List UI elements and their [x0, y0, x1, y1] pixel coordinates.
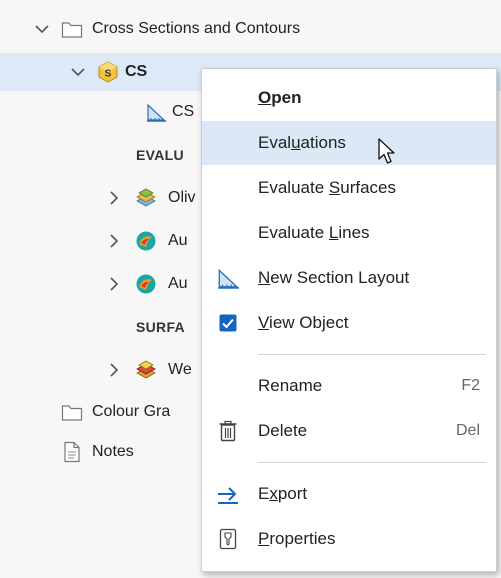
label-part: pen — [271, 88, 302, 107]
tree-item-label: Au — [168, 275, 188, 292]
checkbox-checked-icon[interactable] — [216, 311, 240, 335]
mnemonic: N — [258, 268, 271, 287]
tree-item-label: Cross Sections and Contours — [92, 20, 301, 37]
tree-item-label: We — [168, 361, 192, 378]
tree-item-label: Au — [168, 232, 188, 249]
chevron-down-icon[interactable] — [34, 21, 50, 37]
chevron-right-icon[interactable] — [106, 362, 122, 378]
menu-item-evaluations[interactable]: Evaluations — [202, 121, 496, 165]
tree-item-cross-sections[interactable]: Cross Sections and Contours — [0, 11, 501, 47]
svg-text:S: S — [105, 69, 112, 80]
tree-item-label: Oliv — [168, 189, 196, 206]
menu-item-view-object[interactable]: View Object — [202, 301, 496, 345]
label-part: Eval — [258, 133, 292, 152]
menu-item-label: View Object — [258, 313, 348, 333]
tree-item-label: Colour Gra — [92, 403, 171, 420]
label-part: urfaces — [340, 178, 396, 197]
menu-item-rename[interactable]: Rename F2 — [202, 364, 496, 408]
trash-icon — [216, 419, 240, 443]
surface-ball-icon — [135, 230, 157, 252]
context-menu: Open Evaluations Evaluate Surfaces Evalu… — [201, 68, 497, 572]
menu-item-label: Open — [258, 88, 301, 108]
section-object-icon: S — [97, 61, 119, 83]
folder-icon — [61, 18, 83, 40]
tree-group-label: SURFA — [136, 319, 185, 335]
mnemonic: P — [258, 529, 270, 548]
menu-item-new-section-layout[interactable]: New Section Layout — [202, 256, 496, 300]
surface-ball-icon — [135, 273, 157, 295]
mnemonic: S — [328, 178, 341, 197]
layers-icon — [135, 187, 157, 209]
label-part: Evaluate — [258, 223, 329, 242]
menu-item-delete[interactable]: Delete Del — [202, 409, 496, 453]
label-part: ew Section Layout — [270, 268, 410, 287]
chevron-right-icon[interactable] — [106, 233, 122, 249]
menu-item-export[interactable]: Export — [202, 472, 496, 516]
menu-item-label: New Section Layout — [258, 268, 409, 288]
chevron-right-icon[interactable] — [106, 190, 122, 206]
label-part: port — [277, 484, 308, 503]
chevron-right-icon[interactable] — [106, 276, 122, 292]
menu-separator — [258, 354, 486, 355]
mouse-cursor-icon — [377, 137, 401, 167]
menu-item-evaluate-lines[interactable]: Evaluate Lines — [202, 211, 496, 255]
menu-separator — [258, 462, 486, 463]
menu-item-label: Evaluations — [258, 133, 346, 153]
section-ruler-icon — [145, 101, 167, 123]
label-part: iew Object — [269, 313, 349, 332]
label-part: E — [258, 484, 270, 503]
label-part: ines — [338, 223, 370, 242]
export-arrow-icon — [216, 482, 240, 506]
section-ruler-icon — [216, 266, 240, 290]
properties-icon — [216, 527, 240, 551]
menu-item-label: Properties — [258, 529, 335, 549]
mnemonic: O — [258, 88, 272, 107]
menu-item-label: Delete — [258, 421, 308, 440]
menu-item-evaluate-surfaces[interactable]: Evaluate Surfaces — [202, 166, 496, 210]
mnemonic: u — [291, 133, 301, 152]
chevron-down-icon[interactable] — [70, 64, 86, 80]
mnemonic: V — [258, 313, 270, 332]
mnemonic: L — [328, 223, 339, 242]
label-part: Evaluate — [258, 178, 329, 197]
layers-icon — [135, 359, 157, 381]
menu-item-label: Evaluate Lines — [258, 223, 370, 243]
tree-group-label: EVALU — [136, 147, 184, 163]
menu-item-label: Export — [258, 484, 307, 504]
note-icon — [61, 441, 83, 463]
menu-item-open[interactable]: Open — [202, 76, 496, 120]
menu-item-label: Evaluate Surfaces — [258, 178, 396, 198]
shortcut-label: Del — [455, 422, 480, 439]
label-part: roperties — [269, 529, 336, 548]
menu-item-label: Rename — [258, 376, 323, 395]
tree-item-label: Notes — [92, 443, 134, 460]
shortcut-label: F2 — [461, 377, 480, 394]
tree-item-label: CS — [125, 63, 148, 80]
folder-icon — [61, 401, 83, 423]
mnemonic: x — [269, 484, 278, 503]
menu-item-properties[interactable]: Properties — [202, 517, 496, 561]
label-part: ations — [300, 133, 346, 152]
tree-item-label: CS — [172, 103, 195, 120]
